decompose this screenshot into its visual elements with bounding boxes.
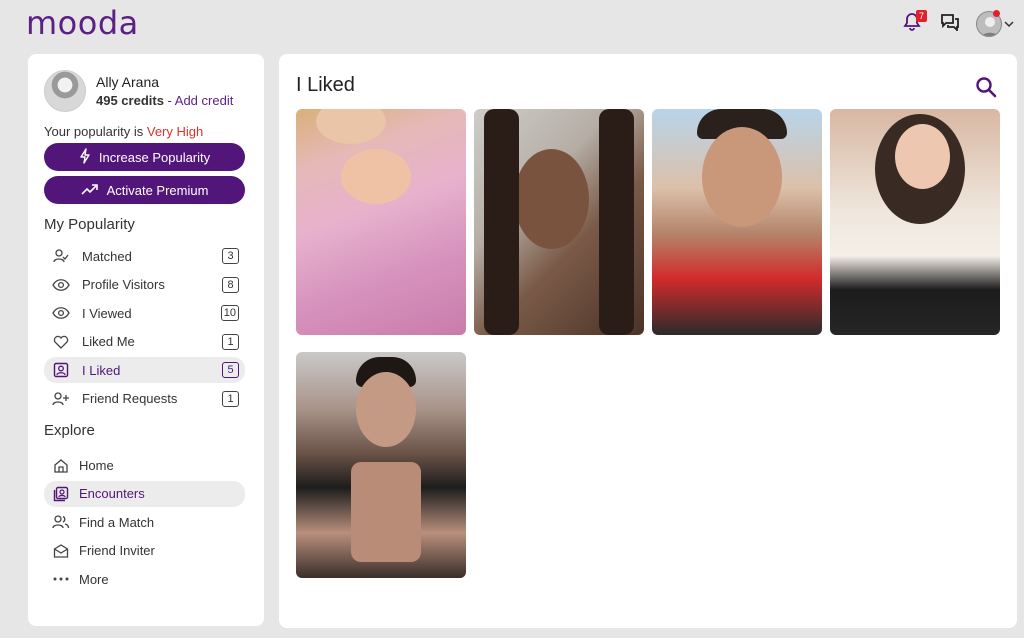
increase-popularity-button[interactable]: Increase Popularity	[44, 143, 245, 171]
page-title: I Liked	[296, 74, 355, 96]
sidebar-item-label: Friend Inviter	[79, 543, 155, 559]
eye-icon	[52, 276, 70, 294]
increase-popularity-label: Increase Popularity	[98, 149, 211, 165]
sidebar-item-label: More	[79, 571, 109, 587]
notification-badge: 7	[915, 10, 927, 22]
contact-icon	[52, 361, 70, 379]
liked-profile-card[interactable]	[474, 109, 644, 335]
count-badge: 10	[220, 305, 239, 321]
count-badge: 3	[222, 248, 239, 264]
credits-separator: -	[163, 93, 175, 108]
sidebar-item-label: I Liked	[82, 362, 121, 378]
credits-line: 495 credits - Add credit	[96, 93, 233, 108]
chevron-down-icon	[1004, 15, 1014, 33]
add-credit-link[interactable]: Add credit	[175, 93, 234, 108]
main-panel: I Liked	[279, 54, 1017, 628]
sidebar-item-i-liked[interactable]: I Liked 5	[44, 357, 245, 383]
sidebar-item-friend-inviter[interactable]: Friend Inviter	[44, 538, 245, 564]
sidebar-item-label: Encounters	[79, 486, 145, 502]
heart-icon	[52, 333, 70, 351]
count-badge: 1	[222, 390, 239, 407]
profile-photo	[474, 109, 644, 335]
sidebar-item-label: Friend Requests	[82, 391, 178, 406]
sidebar-item-more[interactable]: More	[44, 566, 245, 592]
encounters-icon	[52, 485, 70, 503]
profile-name: Ally Arana	[96, 74, 160, 90]
chat-icon	[940, 13, 960, 36]
sidebar-item-label: Home	[79, 458, 114, 473]
sidebar-item-label: Find a Match	[79, 514, 155, 530]
top-actions: 7	[900, 10, 1014, 38]
sidebar: Ally Arana 495 credits - Add credit Your…	[28, 54, 264, 626]
popularity-status: Your popularity is Very High	[44, 124, 248, 139]
search-icon	[975, 77, 997, 102]
profile-avatar[interactable]	[44, 70, 86, 112]
search-button[interactable]	[975, 76, 997, 98]
trending-up-icon	[80, 183, 99, 198]
liked-profile-card[interactable]	[830, 109, 1000, 335]
more-icon	[52, 570, 70, 588]
sidebar-item-find-a-match[interactable]: Find a Match	[44, 509, 245, 535]
activate-premium-label: Activate Premium	[106, 182, 209, 198]
envelope-icon	[52, 542, 70, 560]
count-badge: 8	[222, 276, 239, 293]
user-check-icon	[52, 247, 70, 265]
profile-photo	[830, 109, 1000, 335]
home-icon	[52, 457, 70, 475]
users-icon	[52, 513, 70, 531]
popularity-value: Very High	[146, 124, 204, 139]
sidebar-item-profile-visitors[interactable]: Profile Visitors 8	[44, 272, 245, 298]
popularity-prefix: Your popularity is	[44, 124, 147, 139]
sidebar-item-liked-me[interactable]: Liked Me 1	[44, 329, 245, 355]
profile-photo	[652, 109, 822, 335]
sidebar-item-matched[interactable]: Matched 3	[44, 243, 245, 269]
sidebar-item-label: I Viewed	[82, 305, 132, 321]
profile-summary: Ally Arana 495 credits - Add credit	[44, 70, 248, 112]
count-badge: 5	[222, 362, 239, 378]
count-badge: 1	[222, 333, 239, 350]
sidebar-item-i-viewed[interactable]: I Viewed 10	[44, 300, 245, 326]
account-menu[interactable]	[976, 10, 1014, 37]
sidebar-item-label: Profile Visitors	[82, 277, 165, 292]
explore-nav: Home Encounters Find a Match Friend Invi…	[44, 453, 248, 593]
liked-profile-card[interactable]	[296, 109, 466, 335]
sidebar-item-label: Liked Me	[82, 334, 135, 349]
profile-photo	[296, 352, 466, 578]
sidebar-item-home[interactable]: Home	[44, 453, 245, 479]
my-popularity-heading: My Popularity	[44, 216, 135, 233]
eye-icon	[52, 304, 70, 322]
liked-profile-card[interactable]	[652, 109, 822, 335]
activate-premium-button[interactable]: Activate Premium	[44, 176, 245, 204]
sidebar-item-encounters[interactable]: Encounters	[44, 480, 245, 507]
sidebar-item-label: Matched	[82, 248, 132, 264]
user-plus-icon	[52, 390, 70, 408]
messages-button[interactable]	[938, 12, 962, 36]
notifications-button[interactable]: 7	[900, 10, 927, 36]
app-logo[interactable]: mooda	[26, 4, 139, 42]
lightning-icon	[79, 147, 91, 167]
my-popularity-nav: Matched 3 Profile Visitors 8 I Viewed 10…	[44, 243, 248, 412]
sidebar-item-friend-requests[interactable]: Friend Requests 1	[44, 386, 245, 412]
explore-heading: Explore	[44, 421, 95, 439]
credits-count: 495 credits	[96, 93, 164, 108]
status-dot	[993, 10, 1000, 17]
profile-photo	[296, 109, 466, 335]
liked-profile-card[interactable]	[296, 352, 466, 578]
